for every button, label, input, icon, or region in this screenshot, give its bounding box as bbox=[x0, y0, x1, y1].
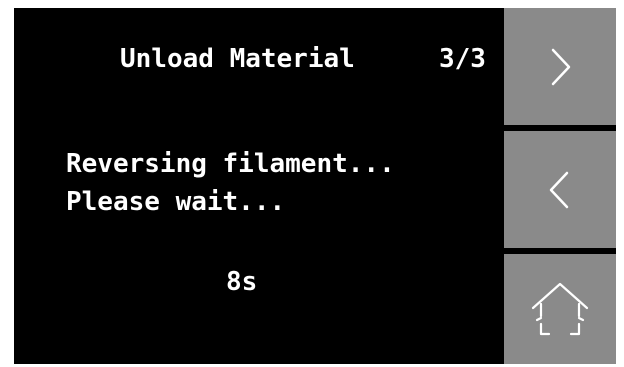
home-button[interactable] bbox=[504, 254, 616, 364]
chevron-right-icon bbox=[551, 48, 571, 85]
countdown-timer: 8s bbox=[226, 267, 258, 297]
device-frame: Unload Material 3/3 Reversing filament..… bbox=[0, 0, 624, 367]
home-icon bbox=[531, 282, 589, 336]
next-button[interactable] bbox=[504, 8, 616, 125]
step-indicator: 3/3 bbox=[439, 44, 486, 74]
sidebar-nav bbox=[504, 8, 616, 364]
main-panel: Unload Material 3/3 Reversing filament..… bbox=[14, 8, 504, 364]
status-message-line1: Reversing filament... bbox=[66, 149, 395, 179]
page-title: Unload Material bbox=[120, 44, 355, 74]
back-button[interactable] bbox=[504, 131, 616, 248]
status-message-line2: Please wait... bbox=[66, 187, 286, 217]
display-screen: Unload Material 3/3 Reversing filament..… bbox=[14, 8, 616, 364]
chevron-left-icon bbox=[549, 171, 569, 208]
